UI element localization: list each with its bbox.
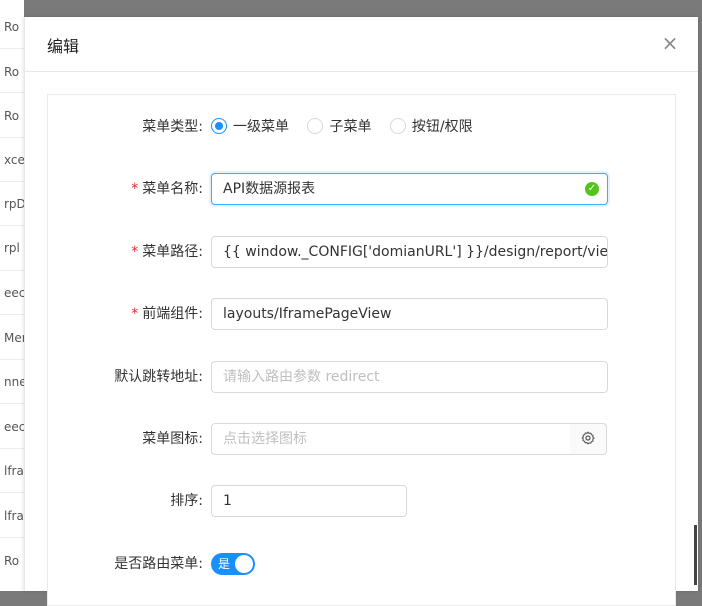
background-list-item: nne xyxy=(4,375,24,389)
menu-name-label-text: 菜单名称: xyxy=(142,181,203,197)
menu-icon-input[interactable]: 点击选择图标 xyxy=(211,423,571,455)
component-label-text: 前端组件: xyxy=(142,306,203,322)
gear-icon xyxy=(581,431,595,445)
background-list-item: rpD xyxy=(4,197,24,211)
scrollbar[interactable] xyxy=(694,525,697,585)
background-list-item: lfra xyxy=(4,464,24,478)
close-icon[interactable]: × xyxy=(658,31,682,55)
radio-checked-icon xyxy=(211,118,227,134)
modal-title: 编辑 xyxy=(47,37,80,56)
icon-picker-button[interactable] xyxy=(570,423,607,455)
menu-name-value: API数据源报表 xyxy=(223,181,316,197)
modal-header: 编辑 × xyxy=(25,17,698,72)
divider xyxy=(0,48,24,49)
divider xyxy=(0,314,24,315)
menu-icon-row: 菜单图标: 点击选择图标 xyxy=(48,423,675,455)
required-mark-icon: * xyxy=(131,181,139,197)
divider xyxy=(0,92,24,93)
route-switch[interactable]: 是 xyxy=(211,553,255,575)
background-list-item: rpl xyxy=(4,241,20,255)
menu-path-label: * 菜单路径: xyxy=(131,236,203,268)
background-list-item: eec xyxy=(4,420,24,434)
divider xyxy=(0,537,24,538)
divider xyxy=(0,448,24,449)
radio-label: 一级菜单 xyxy=(233,119,289,135)
radio-sub-menu[interactable]: 子菜单 xyxy=(307,111,371,143)
divider xyxy=(0,403,24,404)
sort-label: 排序: xyxy=(170,493,203,509)
background-list: Ro Ro Ro xce rpD rpl eec Mer nne eec lfr… xyxy=(0,0,24,591)
route-row: 是否路由菜单: 是 xyxy=(48,548,675,580)
redirect-input[interactable]: 请输入路由参数 redirect xyxy=(211,361,608,393)
component-label: * 前端组件: xyxy=(131,298,203,330)
menu-type-row: 菜单类型: 一级菜单 子菜单 按钮/权限 xyxy=(48,111,675,143)
menu-path-input[interactable]: {{ window._CONFIG['domianURL'] }}/design… xyxy=(211,236,608,268)
success-check-icon: ✓ xyxy=(585,182,599,196)
background-list-item: xce xyxy=(4,153,24,167)
radio-button-permission[interactable]: 按钮/权限 xyxy=(389,111,473,143)
background-list-item: Ro xyxy=(4,109,20,123)
menu-path-label-text: 菜单路径: xyxy=(142,244,203,260)
radio-unchecked-icon xyxy=(389,118,406,134)
divider xyxy=(0,137,24,138)
background-list-item: Mer xyxy=(4,331,24,345)
required-mark-icon: * xyxy=(131,244,139,260)
menu-type-label: 菜单类型: xyxy=(142,119,203,135)
menu-type-radio-group: 一级菜单 子菜单 按钮/权限 xyxy=(211,111,487,143)
component-input[interactable]: layouts/IframePageView xyxy=(211,298,608,330)
redirect-row: 默认跳转地址: 请输入路由参数 redirect xyxy=(48,361,675,393)
menu-form: 菜单类型: 一级菜单 子菜单 按钮/权限 *菜单名称: API数据源报表 ✓ xyxy=(47,94,676,606)
edit-modal: 编辑 × 菜单类型: 一级菜单 子菜单 按钮/权限 * 菜单名称: API数据源… xyxy=(24,17,698,606)
menu-path-row: * 菜单路径: {{ window._CONFIG['domianURL'] }}… xyxy=(48,236,675,268)
radio-top-menu[interactable]: 一级菜单 xyxy=(211,111,289,143)
radio-unchecked-icon xyxy=(307,118,324,134)
redirect-label: 默认跳转地址: xyxy=(114,369,203,385)
sort-row: 排序: 1 xyxy=(48,485,675,517)
background-list-item: Ro xyxy=(4,20,20,34)
menu-name-label: * 菜单名称: xyxy=(131,173,203,205)
component-row: * 前端组件: layouts/IframePageView xyxy=(48,298,675,330)
radio-label: 按钮/权限 xyxy=(411,119,473,135)
switch-knob xyxy=(235,555,253,573)
radio-label: 子菜单 xyxy=(329,119,372,135)
divider xyxy=(0,359,24,360)
required-mark-icon: * xyxy=(131,306,139,322)
background-list-item: Ro xyxy=(4,554,20,568)
divider xyxy=(0,181,24,182)
sort-input[interactable]: 1 xyxy=(211,485,407,517)
menu-name-row: * 菜单名称: API数据源报表 ✓ xyxy=(48,173,675,205)
menu-name-input[interactable]: API数据源报表 ✓ xyxy=(211,173,608,205)
route-label: 是否路由菜单: xyxy=(114,556,203,572)
divider xyxy=(0,492,24,493)
background-list-item: Ro xyxy=(4,65,20,79)
divider xyxy=(0,270,24,271)
background-list-item: eec xyxy=(4,286,24,300)
menu-icon-label: 菜单图标: xyxy=(142,431,203,447)
divider xyxy=(0,225,24,226)
background-list-item: lfra xyxy=(4,509,24,523)
switch-text: 是 xyxy=(218,557,231,571)
